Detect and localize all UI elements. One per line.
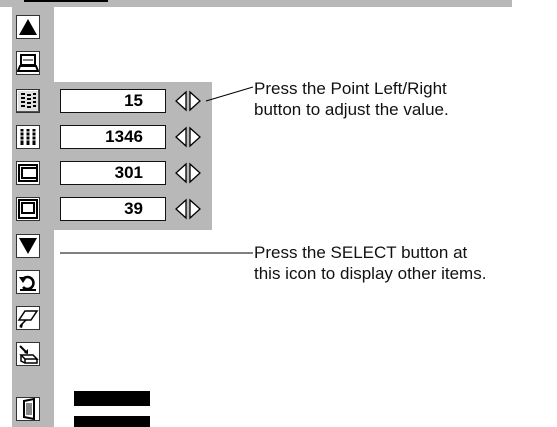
status-bar-1 (74, 391, 150, 406)
status-bar-2 (74, 416, 150, 427)
value-adjust-note-line1: Press the Point Left/Right (254, 79, 447, 98)
value-adjust-note: Press the Point Left/Right button to adj… (254, 78, 449, 120)
value-adjust-note-line2: button to adjust the value. (254, 100, 449, 119)
select-note-line2: this icon to display other items. (254, 264, 487, 283)
select-note-line1: Press the SELECT button at (254, 243, 468, 262)
select-note: Press the SELECT button at this icon to … (254, 242, 486, 284)
annotation-leader-lines (60, 86, 254, 254)
